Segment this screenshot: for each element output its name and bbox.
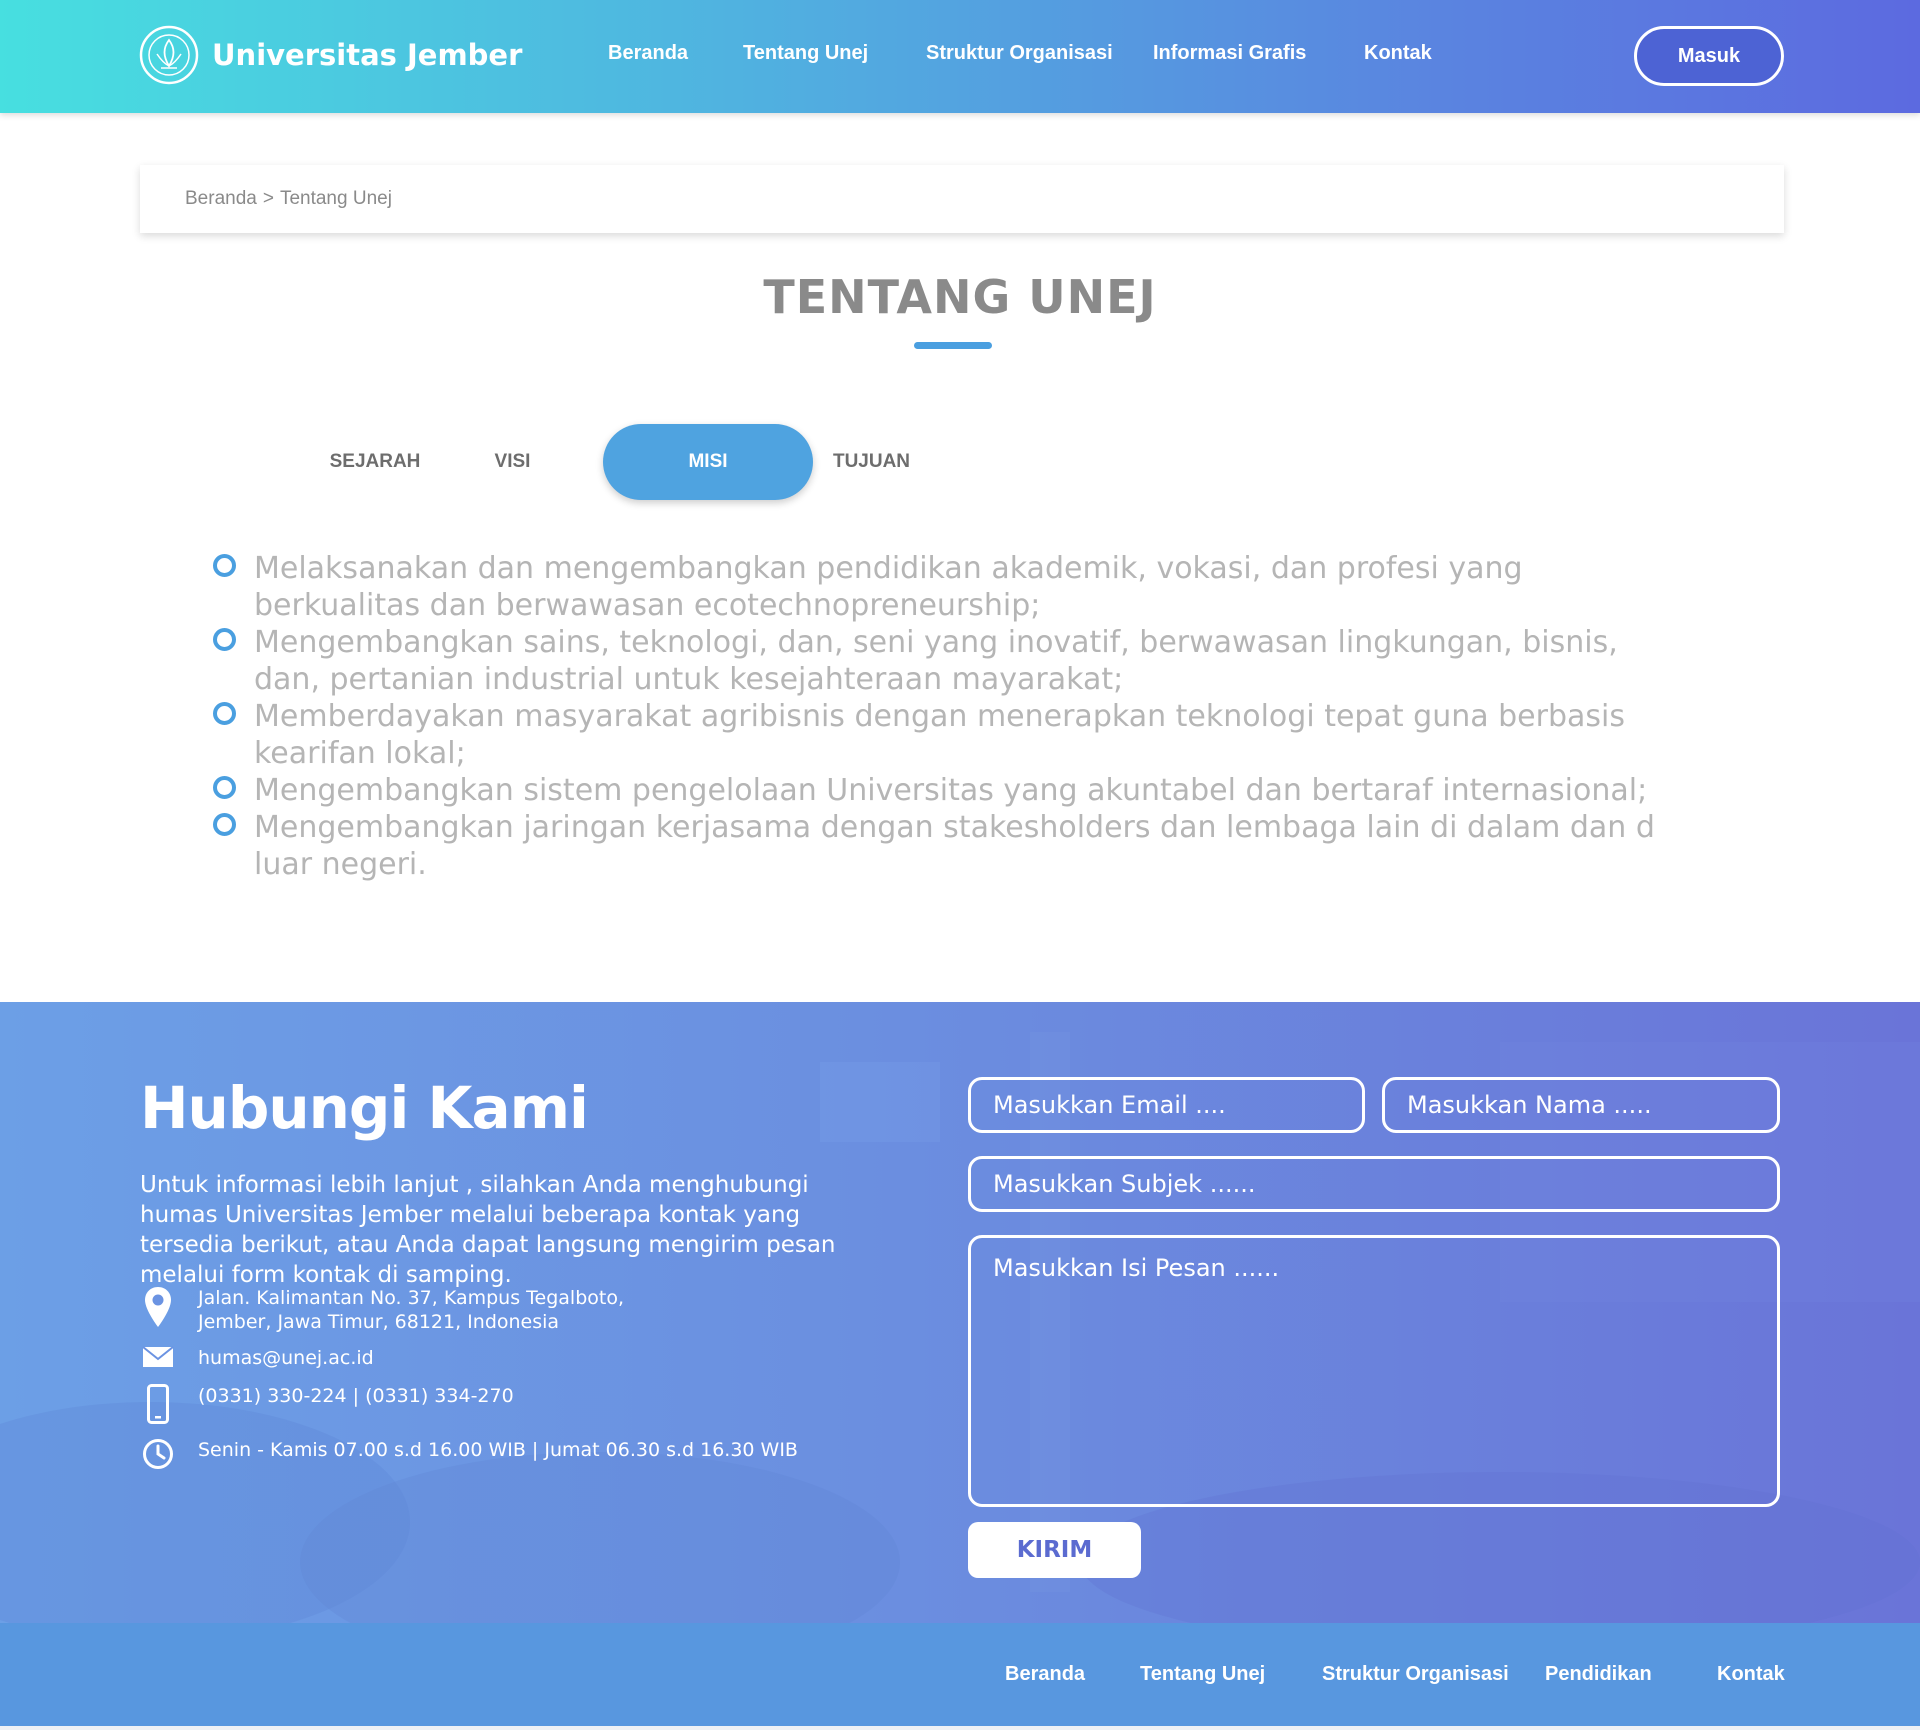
email-field[interactable] bbox=[968, 1077, 1365, 1133]
list-item: Mengembangkan sains, teknologi, dan, sen… bbox=[213, 624, 1673, 698]
brand[interactable]: Universitas Jember bbox=[139, 24, 522, 86]
footer-link-struktur-organisasi[interactable]: Struktur Organisasi bbox=[1322, 1663, 1509, 1686]
tab-visi[interactable]: VISI bbox=[470, 424, 555, 500]
tab-misi[interactable]: MISI bbox=[603, 424, 813, 500]
misi-text: Memberdayakan masyarakat agribisnis deng… bbox=[254, 699, 1625, 771]
circle-outline-icon bbox=[213, 702, 236, 725]
misi-text: Melaksanakan dan mengembangkan pendidika… bbox=[254, 551, 1523, 623]
mobile-phone-icon bbox=[140, 1384, 176, 1428]
phone-row: (0331) 330-224 | (0331) 334-270 bbox=[140, 1384, 514, 1428]
breadcrumb-home[interactable]: Beranda bbox=[185, 188, 257, 210]
bottom-strip bbox=[0, 1726, 1920, 1730]
list-item: Memberdayakan masyarakat agribisnis deng… bbox=[213, 698, 1673, 772]
breadcrumb-separator: > bbox=[262, 188, 274, 209]
subject-field[interactable] bbox=[968, 1156, 1780, 1212]
brand-name: Universitas Jember bbox=[212, 38, 523, 72]
nav-informasi-grafis[interactable]: Informasi Grafis bbox=[1153, 42, 1306, 65]
tab-tujuan[interactable]: TUJUAN bbox=[820, 424, 923, 500]
nav-struktur-organisasi[interactable]: Struktur Organisasi bbox=[926, 42, 1113, 65]
address-line-2: Jember, Jawa Timur, 68121, Indonesia bbox=[198, 1311, 560, 1333]
misi-text: Mengembangkan jaringan kerjasama dengan … bbox=[254, 810, 1655, 882]
nav-tentang-unej[interactable]: Tentang Unej bbox=[743, 42, 868, 65]
map-pin-icon bbox=[140, 1286, 176, 1330]
university-seal-icon bbox=[139, 25, 199, 85]
circle-outline-icon bbox=[213, 776, 236, 799]
login-button[interactable]: Masuk bbox=[1634, 26, 1784, 86]
top-navbar: Universitas Jember Beranda Tentang Unej … bbox=[0, 0, 1920, 113]
list-item: Mengembangkan sistem pengelolaan Univers… bbox=[213, 772, 1673, 809]
list-item: Melaksanakan dan mengembangkan pendidika… bbox=[213, 550, 1673, 624]
nav-beranda[interactable]: Beranda bbox=[608, 42, 688, 65]
phone-text: (0331) 330-224 | (0331) 334-270 bbox=[198, 1385, 514, 1407]
address-line-1: Jalan. Kalimantan No. 37, Kampus Tegalbo… bbox=[198, 1287, 624, 1309]
envelope-icon bbox=[140, 1346, 176, 1370]
address-text: Jalan. Kalimantan No. 37, Kampus Tegalbo… bbox=[198, 1286, 624, 1334]
footer-link-beranda[interactable]: Beranda bbox=[1005, 1663, 1085, 1686]
email-row: humas@unej.ac.id bbox=[140, 1346, 374, 1370]
footer-link-pendidikan[interactable]: Pendidikan bbox=[1545, 1663, 1652, 1686]
email-text[interactable]: humas@unej.ac.id bbox=[198, 1346, 374, 1370]
tab-sejarah[interactable]: SEJARAH bbox=[310, 424, 440, 500]
circle-outline-icon bbox=[213, 554, 236, 577]
misi-list: Melaksanakan dan mengembangkan pendidika… bbox=[213, 550, 1673, 883]
breadcrumb: Beranda > Tentang Unej bbox=[140, 165, 1784, 233]
contact-section: Hubungi Kami Untuk informasi lebih lanju… bbox=[0, 1002, 1920, 1623]
footer-link-tentang-unej[interactable]: Tentang Unej bbox=[1140, 1663, 1265, 1686]
message-field[interactable] bbox=[968, 1235, 1780, 1507]
name-field[interactable] bbox=[1382, 1077, 1780, 1133]
address-row: Jalan. Kalimantan No. 37, Kampus Tegalbo… bbox=[140, 1286, 624, 1334]
misi-text: Mengembangkan sains, teknologi, dan, sen… bbox=[254, 625, 1618, 697]
circle-outline-icon bbox=[213, 628, 236, 651]
contact-title: Hubungi Kami bbox=[140, 1074, 589, 1142]
contact-description: Untuk informasi lebih lanjut , silahkan … bbox=[140, 1172, 836, 1288]
footer-link-kontak[interactable]: Kontak bbox=[1717, 1663, 1785, 1686]
hours-text: Senin - Kamis 07.00 s.d 16.00 WIB | Juma… bbox=[198, 1439, 798, 1461]
page-title: TENTANG UNEJ bbox=[763, 270, 1157, 324]
submit-button[interactable]: KIRIM bbox=[968, 1522, 1141, 1578]
circle-outline-icon bbox=[213, 813, 236, 836]
hours-row: Senin - Kamis 07.00 s.d 16.00 WIB | Juma… bbox=[140, 1438, 798, 1482]
list-item: Mengembangkan jaringan kerjasama dengan … bbox=[213, 809, 1673, 883]
clock-icon bbox=[140, 1438, 176, 1482]
nav-kontak[interactable]: Kontak bbox=[1364, 42, 1432, 65]
breadcrumb-current: Tentang Unej bbox=[279, 188, 392, 209]
title-underline bbox=[914, 342, 992, 349]
footer-nav: Beranda Tentang Unej Struktur Organisasi… bbox=[0, 1623, 1920, 1726]
misi-text: Mengembangkan sistem pengelolaan Univers… bbox=[254, 773, 1648, 808]
